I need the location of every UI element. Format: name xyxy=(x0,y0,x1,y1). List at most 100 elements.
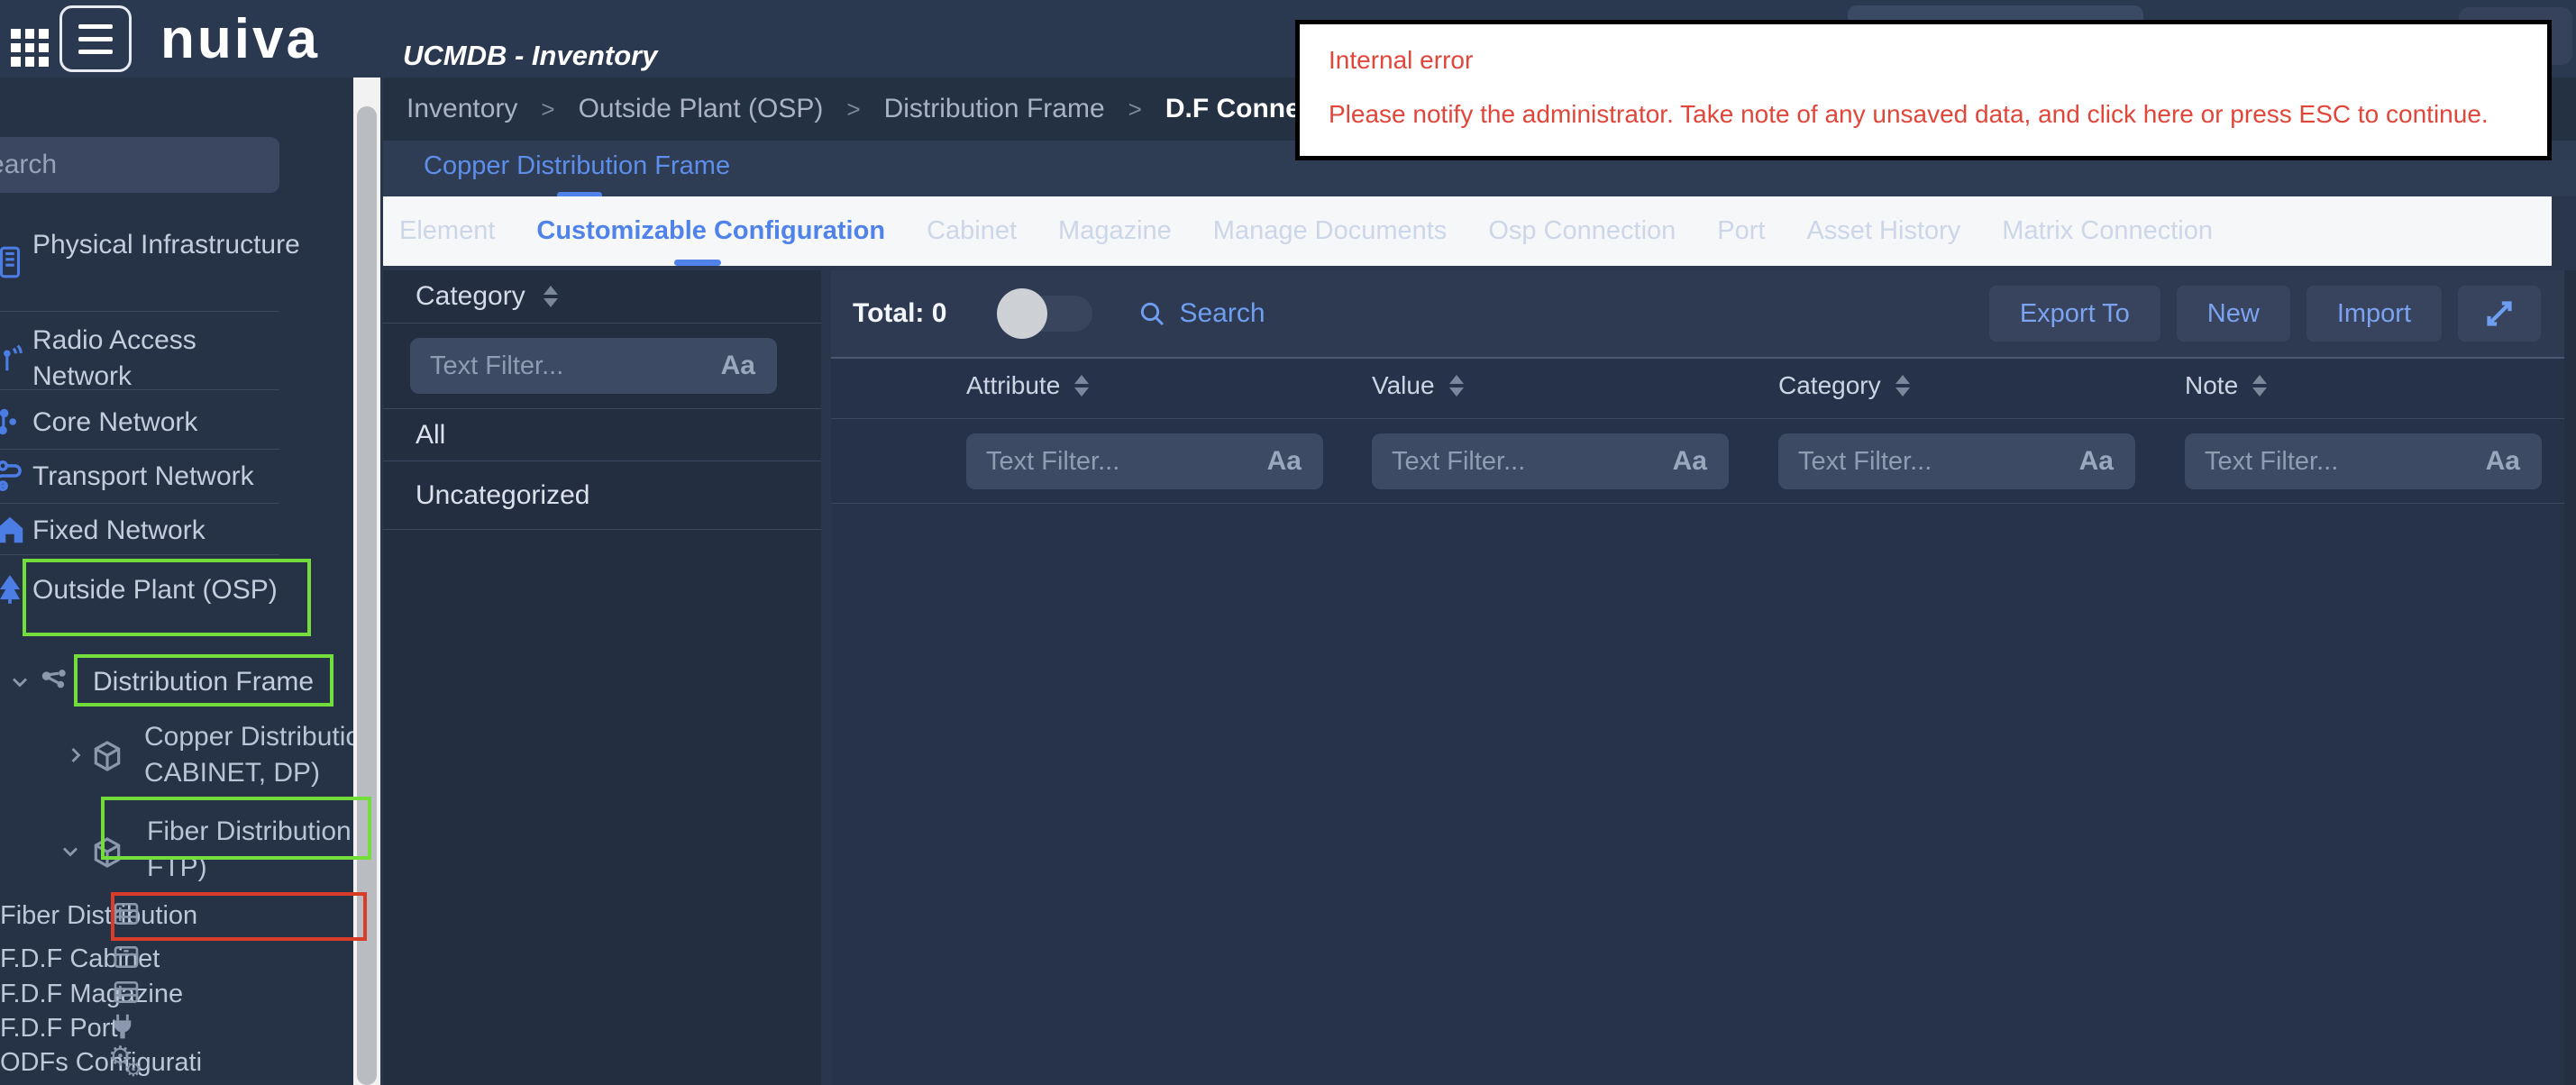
breadcrumb-separator: > xyxy=(1128,96,1142,123)
case-sensitive-toggle[interactable]: Aa xyxy=(2486,446,2520,477)
export-to-button[interactable]: Export To xyxy=(1989,286,2160,342)
tab-cabinet[interactable]: Cabinet xyxy=(927,216,1017,246)
table-body-empty xyxy=(831,504,2564,1085)
error-message[interactable]: Please notify the administrator. Take no… xyxy=(1329,100,2529,129)
tree-leaf-label: F.D.F Cabinet xyxy=(0,943,216,975)
import-button[interactable]: Import xyxy=(2307,286,2442,342)
search-button[interactable]: Search xyxy=(1137,298,1265,329)
breadcrumb-item-inventory[interactable]: Inventory xyxy=(406,94,517,124)
category-filter-row: Aa xyxy=(383,324,821,409)
tab-bar: Element Customizable Configuration Cabin… xyxy=(383,196,2552,266)
building-icon xyxy=(0,245,27,279)
sidebar-search-input[interactable] xyxy=(0,137,279,193)
tab-manage-documents[interactable]: Manage Documents xyxy=(1213,216,1448,246)
tab-customizable-configuration[interactable]: Customizable Configuration xyxy=(536,216,885,246)
tree-leaf-label: F.D.F Magazine xyxy=(0,978,216,1010)
sidebar-item-label: Radio Access Network xyxy=(32,323,303,395)
table-toolbar: Total: 0 Search Export To New Import xyxy=(831,270,2564,359)
search-icon xyxy=(1137,299,1166,328)
cabinet-icon xyxy=(112,943,141,971)
divider xyxy=(0,449,279,450)
annotation-box-fiber-distribution-leaf xyxy=(111,892,367,941)
tab-port[interactable]: Port xyxy=(1717,216,1765,246)
tab-asset-history[interactable]: Asset History xyxy=(1806,216,1960,246)
tree-leaf-fdf-magazine[interactable]: F.D.F Magazine xyxy=(0,978,353,1010)
cube-icon xyxy=(90,739,124,773)
sort-icon[interactable] xyxy=(2252,375,2267,397)
attributes-table-panel: Total: 0 Search Export To New Import Att… xyxy=(831,270,2564,1085)
category-item-label: All xyxy=(416,420,445,451)
breadcrumb-item-outside-plant[interactable]: Outside Plant (OSP) xyxy=(579,94,824,124)
antenna-icon xyxy=(0,341,27,375)
category-item-label: Uncategorized xyxy=(416,480,589,511)
filter-toggle-switch[interactable] xyxy=(1002,296,1092,332)
chevron-down-icon xyxy=(7,670,32,695)
category-item-all[interactable]: All xyxy=(383,409,821,461)
case-sensitive-toggle[interactable]: Aa xyxy=(721,351,755,381)
breadcrumb-separator: > xyxy=(541,96,554,123)
column-label: Value xyxy=(1372,371,1435,400)
expand-button[interactable] xyxy=(2458,286,2541,342)
home-icon xyxy=(0,513,27,547)
plug-icon xyxy=(108,1012,137,1041)
breadcrumb-separator: > xyxy=(846,96,860,123)
column-header-value[interactable]: Value xyxy=(1372,371,1464,400)
tab-active-indicator xyxy=(674,260,721,266)
total-count-label: Total: 0 xyxy=(853,298,946,329)
sidebar-item-label: Transport Network xyxy=(32,459,303,495)
expand-icon xyxy=(2479,293,2520,334)
annotation-box-distribution-frame xyxy=(74,654,333,707)
app-window: nuiva UCMDB - Inventory Physical Infrast… xyxy=(0,0,2576,1085)
tab-magazine[interactable]: Magazine xyxy=(1058,216,1172,246)
hamburger-menu-button[interactable] xyxy=(59,5,132,72)
divider xyxy=(0,554,279,555)
section-tab-copper-distribution-frame[interactable]: Copper Distribution Frame xyxy=(424,151,730,181)
sort-icon[interactable] xyxy=(544,286,558,307)
breadcrumb-item-distribution-frame[interactable]: Distribution Frame xyxy=(884,94,1105,124)
sidebar-item-label: Core Network xyxy=(32,405,303,441)
column-header-attribute[interactable]: Attribute xyxy=(966,371,1089,400)
category-panel-header[interactable]: Category xyxy=(383,270,821,324)
column-header-note[interactable]: Note xyxy=(2185,371,2267,400)
case-sensitive-toggle[interactable]: Aa xyxy=(1673,446,1707,477)
annotation-box-fiber-distribution-frame xyxy=(101,797,371,860)
sort-icon[interactable] xyxy=(1074,375,1089,397)
new-button[interactable]: New xyxy=(2177,286,2290,342)
tab-element[interactable]: Element xyxy=(399,216,495,246)
category-header-label: Category xyxy=(416,281,525,312)
case-sensitive-toggle[interactable]: Aa xyxy=(1267,446,1302,477)
tree-leaf-fdf-cabinet[interactable]: F.D.F Cabinet xyxy=(0,943,353,975)
tree-leaf-odfs-configuration[interactable]: ⚙⚙ ODFs Configurati xyxy=(0,1046,353,1079)
divider xyxy=(0,389,279,390)
hierarchy-icon xyxy=(38,666,72,700)
route-icon xyxy=(0,459,27,493)
sidebar-item-label: Physical Infrastructure xyxy=(32,227,303,263)
sort-icon[interactable] xyxy=(1895,375,1910,397)
app-grid-icon[interactable] xyxy=(11,29,49,67)
chevron-down-icon xyxy=(58,839,83,864)
category-item-uncategorized[interactable]: Uncategorized xyxy=(383,461,821,530)
category-panel: Category Aa All Uncategorized xyxy=(383,270,821,1085)
error-dialog[interactable]: Internal error Please notify the adminis… xyxy=(1295,20,2552,160)
sidebar-item-label: Fixed Network xyxy=(32,513,303,549)
right-edge-strip xyxy=(2564,270,2576,1085)
brand-logo: nuiva xyxy=(160,7,320,71)
sort-icon[interactable] xyxy=(1449,375,1464,397)
search-label: Search xyxy=(1179,298,1265,329)
tree-leaf-fdf-port[interactable]: F.D.F Port xyxy=(0,1012,353,1044)
divider xyxy=(0,503,279,504)
toolbar-actions: Export To New Import xyxy=(1989,286,2541,342)
divider xyxy=(0,311,279,312)
annotation-box-outside-plant xyxy=(23,559,311,636)
case-sensitive-toggle[interactable]: Aa xyxy=(2079,446,2114,477)
chevron-right-icon xyxy=(63,743,88,768)
tab-osp-connection[interactable]: Osp Connection xyxy=(1488,216,1676,246)
tab-matrix-connection[interactable]: Matrix Connection xyxy=(2002,216,2213,246)
column-label: Note xyxy=(2185,371,2238,400)
column-label: Category xyxy=(1778,371,1881,400)
page-title: UCMDB - Inventory xyxy=(403,40,657,72)
table-header-row: Attribute Value Category Note xyxy=(831,359,2564,419)
column-header-category[interactable]: Category xyxy=(1778,371,1910,400)
tree-item-label: Copper Distributio CABINET, DP) xyxy=(144,719,353,791)
magazine-icon xyxy=(112,978,141,1007)
